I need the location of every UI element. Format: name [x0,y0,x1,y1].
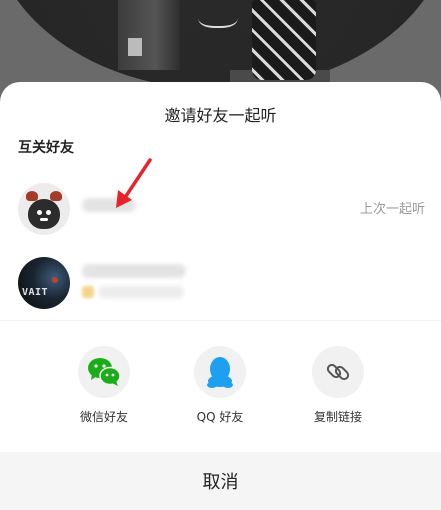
friend-row[interactable]: 上次一起听 [0,178,441,244]
friend-name-blurred [82,264,186,278]
last-together-tag: 上次一起听 [359,202,425,217]
background-handwriting [198,4,238,28]
copy-link-label: 复制链接 [313,410,362,424]
avatar [18,183,70,235]
qq-icon [207,357,233,388]
friend-row[interactable]: VAIT [0,252,441,318]
share-icon-circle [194,346,246,398]
background-door-sign [128,38,142,56]
background-person [252,0,316,80]
divider [0,320,441,321]
share-wechat-label: 微信好友 [79,410,128,424]
moose-cartoon-avatar [26,191,62,229]
avatar-sign-text: VAIT [22,287,49,298]
link-icon [326,363,350,381]
moose-mouth [40,218,48,221]
avatar: VAIT [18,257,70,309]
section-title-mutual-friends: 互关好友 [18,140,74,156]
copy-link-button[interactable]: 复制链接 [293,346,383,425]
share-wechat-button[interactable]: 微信好友 [59,346,149,425]
background-door [118,0,180,70]
moose-eye-left [37,210,42,215]
share-icon-circle [78,346,130,398]
sheet-title: 邀请好友一起听 [164,106,277,125]
moose-eye-right [46,210,51,215]
avatar-red-light [52,277,58,283]
invite-sheet: 邀请好友一起听 互关好友 上次一起听 VAIT 微信好友 QQ 好友 复制链接 … [0,82,441,510]
wechat-icon [88,358,121,386]
share-qq-button[interactable]: QQ 好友 [175,346,265,425]
friend-subtitle-blurred [98,286,184,298]
friend-status-dot [82,286,94,298]
app-screen: 邀请好友一起听 互关好友 上次一起听 VAIT 微信好友 QQ 好友 复制链接 … [0,0,441,510]
cancel-button[interactable]: 取消 [0,452,441,510]
antler-right [50,191,62,201]
antler-left [26,191,38,201]
share-qq-label: QQ 好友 [196,410,244,424]
share-icon-circle [312,346,364,398]
red-arrow-annotation [116,158,152,208]
